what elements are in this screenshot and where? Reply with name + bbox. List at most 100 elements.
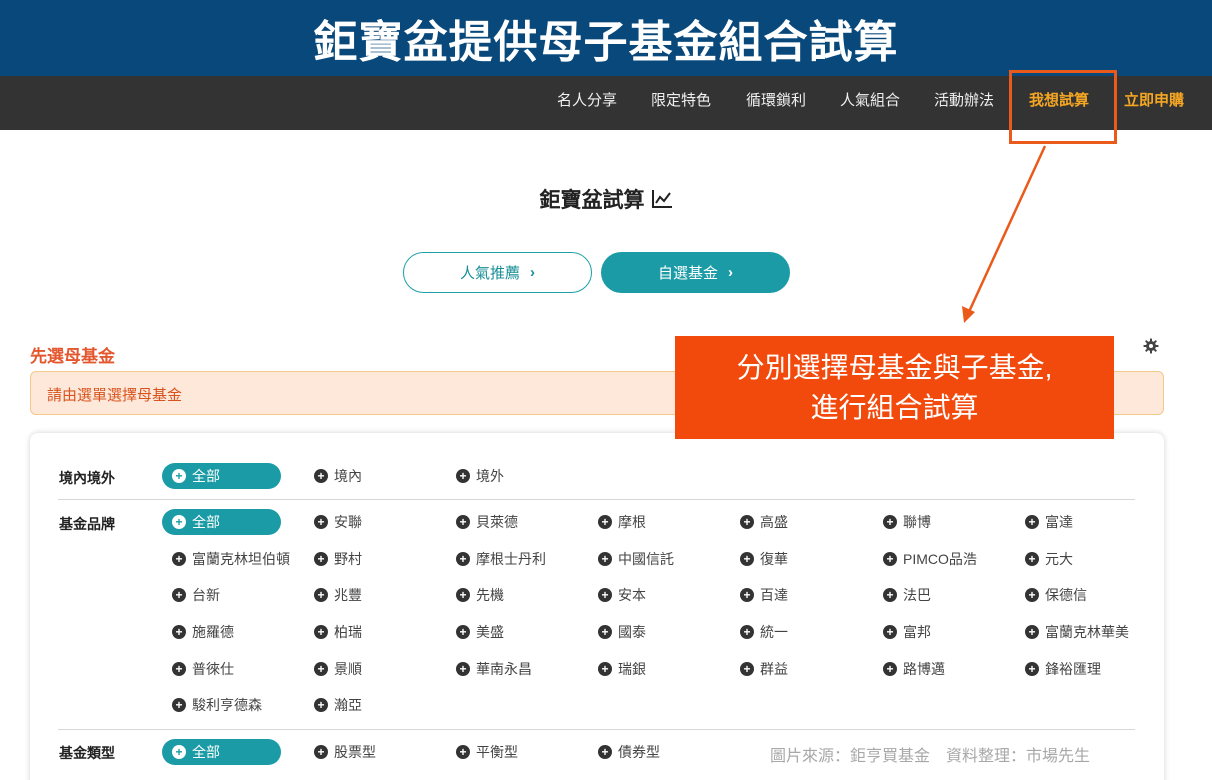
brand-chip[interactable]: + 鋒裕匯理 bbox=[1025, 659, 1101, 679]
nav-item-limited-features[interactable]: 限定特色 bbox=[651, 76, 711, 130]
brand-chip[interactable]: + 瀚亞 bbox=[314, 695, 362, 715]
plus-circle-icon: + bbox=[172, 515, 186, 529]
brand-chip[interactable]: + 台新 bbox=[172, 585, 220, 605]
brand-chip[interactable]: + 景順 bbox=[314, 659, 362, 679]
brand-chip[interactable]: + 元大 bbox=[1025, 549, 1073, 569]
nav-item-event-rules[interactable]: 活動辦法 bbox=[934, 76, 994, 130]
row-divider bbox=[58, 499, 1135, 500]
chip-label: 富邦 bbox=[903, 624, 931, 640]
brand-chip[interactable]: + 百達 bbox=[740, 585, 788, 605]
type-chip[interactable]: + 債券型 bbox=[598, 742, 660, 762]
brand-chip[interactable]: + PIMCO品浩 bbox=[883, 549, 977, 569]
region-chip[interactable]: + 境外 bbox=[456, 466, 504, 486]
brand-chip[interactable]: + 富邦 bbox=[883, 622, 931, 642]
banner: 鉅寶盆提供母子基金組合試算 bbox=[0, 0, 1212, 76]
plus-circle-icon: + bbox=[1025, 662, 1039, 676]
plus-circle-icon: + bbox=[172, 588, 186, 602]
brand-chip[interactable]: + 美盛 bbox=[456, 622, 504, 642]
chip-label: 全部 bbox=[192, 514, 220, 530]
chip-label: 高盛 bbox=[760, 514, 788, 530]
brand-chip[interactable]: + 先機 bbox=[456, 585, 504, 605]
plus-circle-icon: + bbox=[314, 552, 328, 566]
brand-chip[interactable]: + 復華 bbox=[740, 549, 788, 569]
chip-label: 路博邁 bbox=[903, 661, 945, 677]
gear-icon[interactable] bbox=[1143, 338, 1159, 354]
brand-chip[interactable]: + 安聯 bbox=[314, 512, 362, 532]
chip-label: 法巴 bbox=[903, 587, 931, 603]
plus-circle-icon: + bbox=[172, 745, 186, 759]
brand-chip[interactable]: + 聯博 bbox=[883, 512, 931, 532]
type-chip[interactable]: + 股票型 bbox=[314, 742, 376, 762]
brand-chip[interactable]: + 富達 bbox=[1025, 512, 1073, 532]
brand-chip[interactable]: + 柏瑞 bbox=[314, 622, 362, 642]
popular-recommend-button[interactable]: 人氣推薦 › bbox=[403, 252, 592, 293]
chip-label: 野村 bbox=[334, 551, 362, 567]
brand-chip[interactable]: + 國泰 bbox=[598, 622, 646, 642]
plus-circle-icon: + bbox=[456, 469, 470, 483]
type-chip[interactable]: + 全部 bbox=[162, 739, 281, 765]
chip-label: 摩根 bbox=[618, 514, 646, 530]
nav-item-apply-now[interactable]: 立即申購 bbox=[1124, 76, 1184, 130]
brand-chip[interactable]: + 路博邁 bbox=[883, 659, 945, 679]
brand-chip[interactable]: + 摩根 bbox=[598, 512, 646, 532]
brand-chip[interactable]: + 統一 bbox=[740, 622, 788, 642]
brand-chip[interactable]: + 摩根士丹利 bbox=[456, 549, 546, 569]
plus-circle-icon: + bbox=[456, 662, 470, 676]
plus-circle-icon: + bbox=[456, 588, 470, 602]
plus-circle-icon: + bbox=[314, 469, 328, 483]
plus-circle-icon: + bbox=[314, 625, 328, 639]
brand-chip[interactable]: + 華南永昌 bbox=[456, 659, 532, 679]
type-chip[interactable]: + 平衡型 bbox=[456, 742, 518, 762]
plus-circle-icon: + bbox=[456, 625, 470, 639]
plus-circle-icon: + bbox=[1025, 625, 1039, 639]
chip-label: 瀚亞 bbox=[334, 697, 362, 713]
chip-label: 貝萊德 bbox=[476, 514, 518, 530]
brand-chip[interactable]: + 安本 bbox=[598, 585, 646, 605]
chip-label: 百達 bbox=[760, 587, 788, 603]
region-chip[interactable]: + 全部 bbox=[162, 463, 281, 489]
brand-chip[interactable]: + 野村 bbox=[314, 549, 362, 569]
brand-chip[interactable]: + 富蘭克林坦伯頓 bbox=[172, 549, 290, 569]
brand-chip[interactable]: + 瑞銀 bbox=[598, 659, 646, 679]
plus-circle-icon: + bbox=[172, 552, 186, 566]
brand-chip[interactable]: + 普徠仕 bbox=[172, 659, 234, 679]
banner-title: 鉅寶盆提供母子基金組合試算 bbox=[313, 18, 899, 67]
brand-chip[interactable]: + 富蘭克林華美 bbox=[1025, 622, 1129, 642]
plus-circle-icon: + bbox=[314, 698, 328, 712]
plus-circle-icon: + bbox=[1025, 552, 1039, 566]
plus-circle-icon: + bbox=[740, 552, 754, 566]
nav-item-celebrity-share[interactable]: 名人分享 bbox=[557, 76, 617, 130]
section-title: 先選母基金 bbox=[30, 347, 115, 366]
custom-fund-button[interactable]: 自選基金 › bbox=[601, 252, 790, 293]
brand-chip[interactable]: + 保德信 bbox=[1025, 585, 1087, 605]
chip-label: 統一 bbox=[760, 624, 788, 640]
chip-label: 安聯 bbox=[334, 514, 362, 530]
plus-circle-icon: + bbox=[598, 515, 612, 529]
brand-chip[interactable]: + 駿利亨德森 bbox=[172, 695, 262, 715]
nav-item-popular-combo[interactable]: 人氣組合 bbox=[840, 76, 900, 130]
brand-chip[interactable]: + 全部 bbox=[162, 509, 281, 535]
chip-label: 美盛 bbox=[476, 624, 504, 640]
chip-label: 元大 bbox=[1045, 551, 1073, 567]
brand-chip[interactable]: + 法巴 bbox=[883, 585, 931, 605]
callout-line-1: 分別選擇母基金與子基金, bbox=[736, 352, 1053, 383]
region-chip[interactable]: + 境內 bbox=[314, 466, 362, 486]
plus-circle-icon: + bbox=[598, 662, 612, 676]
nav-item-cycle-lock-profit[interactable]: 循環鎖利 bbox=[746, 76, 806, 130]
plus-circle-icon: + bbox=[1025, 588, 1039, 602]
plus-circle-icon: + bbox=[314, 588, 328, 602]
brand-chip[interactable]: + 高盛 bbox=[740, 512, 788, 532]
chip-label: 鋒裕匯理 bbox=[1045, 661, 1101, 677]
plus-circle-icon: + bbox=[314, 515, 328, 529]
chip-label: 境內 bbox=[334, 468, 362, 484]
brand-chip[interactable]: + 貝萊德 bbox=[456, 512, 518, 532]
plus-circle-icon: + bbox=[1025, 515, 1039, 529]
brand-chip[interactable]: + 群益 bbox=[740, 659, 788, 679]
brand-chip[interactable]: + 施羅德 bbox=[172, 622, 234, 642]
plus-circle-icon: + bbox=[883, 588, 897, 602]
chip-label: 兆豐 bbox=[334, 587, 362, 603]
chip-label: 富蘭克林華美 bbox=[1045, 624, 1129, 640]
chip-label: 股票型 bbox=[334, 744, 376, 760]
brand-chip[interactable]: + 兆豐 bbox=[314, 585, 362, 605]
brand-chip[interactable]: + 中國信託 bbox=[598, 549, 674, 569]
